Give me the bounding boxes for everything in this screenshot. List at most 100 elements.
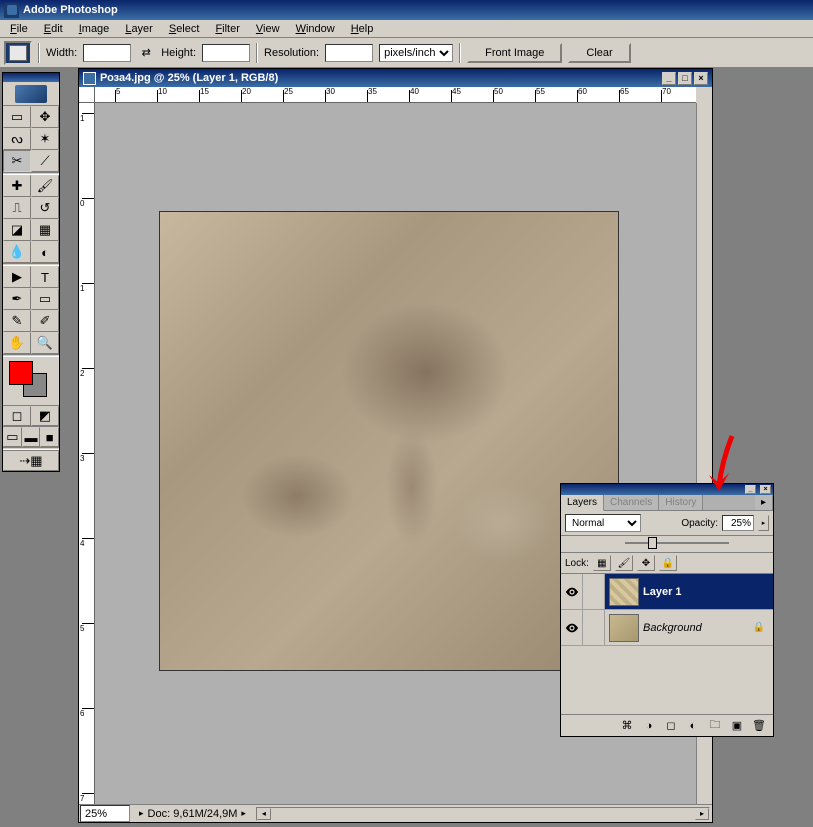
tab-history[interactable]: History — [659, 495, 703, 510]
magic-wand-tool[interactable]: ✶ — [31, 128, 59, 150]
path-select-tool[interactable]: ▶ — [3, 266, 31, 288]
resolution-input[interactable] — [325, 44, 373, 62]
pen-tool[interactable]: ✒ — [3, 288, 31, 310]
menu-file[interactable]: File — [2, 22, 36, 36]
horizontal-ruler[interactable]: 510152025303540455055606570 — [95, 87, 696, 103]
link-column[interactable] — [583, 610, 605, 645]
menu-view[interactable]: View — [248, 22, 288, 36]
hand-tool[interactable]: ✋ — [3, 332, 31, 354]
clone-stamp-tool[interactable]: ⎍ — [3, 197, 31, 219]
layer-name[interactable]: Background — [643, 622, 753, 634]
menu-help[interactable]: Help — [343, 22, 382, 36]
menu-window[interactable]: Window — [288, 22, 343, 36]
history-brush-tool[interactable]: ↺ — [31, 197, 59, 219]
menu-select[interactable]: Select — [161, 22, 208, 36]
maximize-button[interactable]: □ — [678, 72, 692, 85]
close-button[interactable]: × — [694, 72, 708, 85]
resolution-units-select[interactable]: pixels/inch — [379, 44, 453, 62]
delete-layer-button[interactable]: 🗑 — [749, 718, 769, 734]
blur-tool[interactable]: 💧 — [3, 241, 31, 263]
screen-full[interactable]: ■ — [40, 427, 59, 447]
doc-size-info[interactable]: ▸ Doc: 9,61M/24,9M ▸ — [131, 808, 254, 820]
layer-thumbnail[interactable] — [609, 614, 639, 642]
quickmask-mode[interactable]: ◩ — [31, 406, 59, 426]
layer-style-button[interactable]: ◑ — [639, 718, 659, 734]
lock-icon: 🔒 — [753, 622, 765, 633]
lasso-tool[interactable]: ᔓ — [3, 128, 31, 150]
adjustment-layer-button[interactable]: ◐ — [683, 718, 703, 734]
swap-dimensions-icon[interactable]: ⇄ — [137, 44, 155, 62]
canvas-image[interactable] — [159, 211, 619, 671]
foreground-color[interactable] — [9, 361, 33, 385]
move-tool[interactable]: ✥ — [31, 106, 59, 128]
minimize-button[interactable]: _ — [662, 72, 676, 85]
shape-tool[interactable]: ▭ — [31, 288, 59, 310]
menu-image[interactable]: Image — [71, 22, 118, 36]
clear-button[interactable]: Clear — [568, 43, 630, 63]
scroll-left-button[interactable]: ◂ — [257, 808, 271, 820]
layer-row[interactable]: Background 🔒 — [561, 610, 773, 646]
info-menu-icon[interactable]: ▸ — [139, 808, 144, 819]
gradient-tool[interactable]: ▦ — [31, 219, 59, 241]
ruler-origin[interactable] — [79, 87, 95, 103]
zoom-tool[interactable]: 🔍 — [31, 332, 59, 354]
marquee-tool[interactable]: ▭ — [3, 106, 31, 128]
width-input[interactable] — [83, 44, 131, 62]
standard-mode[interactable]: ◻ — [3, 406, 31, 426]
healing-brush-tool[interactable]: ✚ — [3, 175, 31, 197]
lock-all-button[interactable]: 🔒 — [659, 555, 677, 571]
panel-close-button[interactable]: × — [760, 485, 771, 494]
document-icon — [83, 72, 96, 85]
screen-full-menu[interactable]: ▬ — [22, 427, 41, 447]
visibility-toggle[interactable] — [561, 610, 583, 645]
visibility-toggle[interactable] — [561, 574, 583, 609]
separator — [38, 43, 40, 63]
menu-edit[interactable]: Edit — [36, 22, 71, 36]
lock-position-button[interactable]: ✥ — [637, 555, 655, 571]
opacity-input[interactable] — [722, 515, 754, 531]
scroll-right-button[interactable]: ▸ — [695, 808, 709, 820]
layer-thumbnail[interactable] — [609, 578, 639, 606]
layer-list: Layer 1 Background 🔒 — [561, 574, 773, 714]
layer-name[interactable]: Layer 1 — [643, 586, 773, 598]
document-titlebar[interactable]: Роза4.jpg @ 25% (Layer 1, RGB/8) _ □ × — [79, 69, 712, 87]
dodge-tool[interactable]: ◐ — [31, 241, 59, 263]
opacity-slider-thumb[interactable] — [648, 537, 657, 549]
slice-tool[interactable]: ⟋ — [31, 150, 59, 172]
link-layers-button[interactable]: ⌘ — [617, 718, 637, 734]
layer-mask-button[interactable]: ◻ — [661, 718, 681, 734]
lock-pixels-button[interactable]: 🖌 — [615, 555, 633, 571]
lock-transparency-button[interactable]: ▦ — [593, 555, 611, 571]
brush-tool[interactable]: 🖌 — [31, 175, 59, 197]
new-layer-button[interactable]: ▣ — [727, 718, 747, 734]
vertical-ruler[interactable]: 101234567 — [79, 103, 95, 804]
zoom-level-input[interactable]: 25% — [80, 805, 130, 822]
panel-menu-button[interactable]: ▸ — [755, 495, 773, 510]
eraser-tool[interactable]: ◪ — [3, 219, 31, 241]
panel-titlebar[interactable]: _ × — [561, 484, 773, 495]
panel-minimize-button[interactable]: _ — [745, 485, 756, 494]
menu-filter[interactable]: Filter — [207, 22, 247, 36]
current-tool-preset[interactable] — [4, 41, 32, 65]
info-flyout-icon[interactable]: ▸ — [241, 808, 246, 819]
height-input[interactable] — [202, 44, 250, 62]
crop-tool[interactable]: ✂ — [3, 150, 31, 172]
layer-row[interactable]: Layer 1 — [561, 574, 773, 610]
opacity-slider[interactable] — [625, 542, 729, 544]
tab-channels[interactable]: Channels — [604, 495, 659, 510]
toolbox-titlebar[interactable] — [3, 73, 59, 82]
screen-standard[interactable]: ▭ — [3, 427, 22, 447]
group-button[interactable]: 🗀 — [705, 718, 725, 734]
tab-layers[interactable]: Layers — [561, 495, 604, 511]
eyedropper-tool[interactable]: ✐ — [31, 310, 59, 332]
jump-to-imageready[interactable]: ⇢▦ — [3, 451, 59, 471]
type-tool[interactable]: T — [31, 266, 59, 288]
front-image-button[interactable]: Front Image — [467, 43, 562, 63]
horizontal-scrollbar[interactable]: ◂ ▸ — [256, 807, 710, 821]
opacity-label: Opacity: — [681, 518, 718, 529]
blend-mode-select[interactable]: Normal — [565, 514, 641, 532]
menu-layer[interactable]: Layer — [117, 22, 161, 36]
link-column[interactable] — [583, 574, 605, 609]
opacity-slider-button[interactable]: ▸ — [758, 515, 769, 531]
notes-tool[interactable]: ✎ — [3, 310, 31, 332]
